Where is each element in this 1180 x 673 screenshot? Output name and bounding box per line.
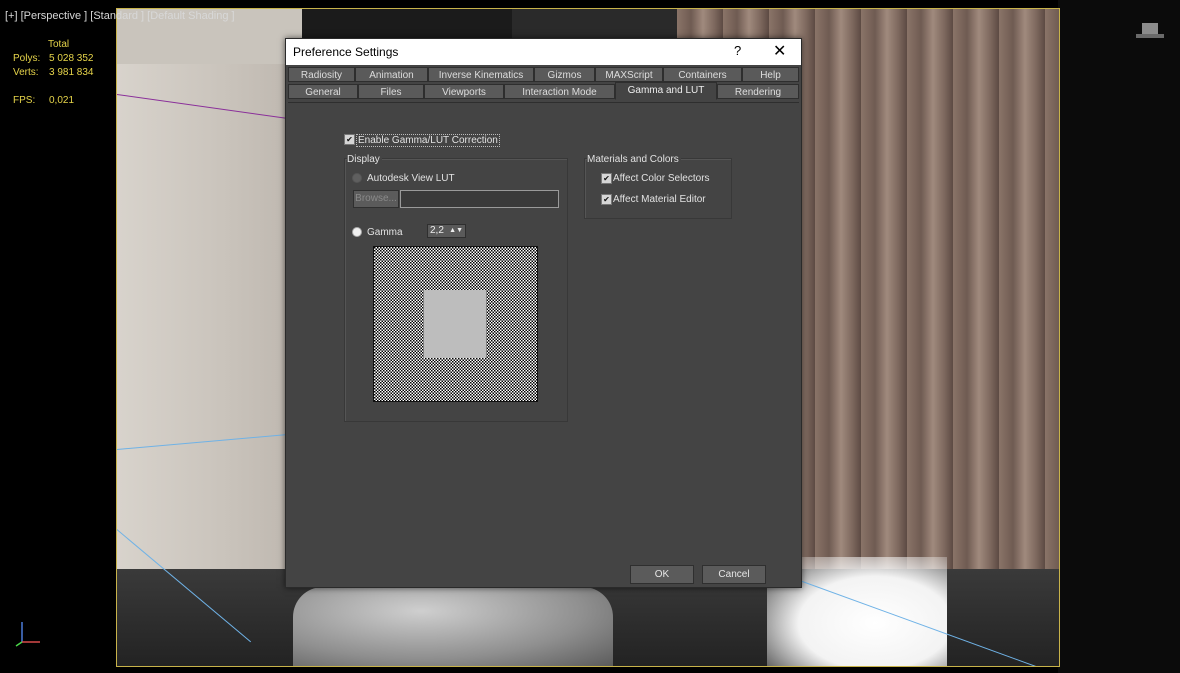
- lut-path-field[interactable]: [400, 190, 559, 208]
- enable-gamma-checkbox[interactable]: ✔: [344, 134, 355, 145]
- tab-help[interactable]: Help: [742, 67, 799, 82]
- polys-label: Polys:: [13, 53, 41, 64]
- axis-tripod-icon: [12, 618, 52, 648]
- tab-radiosity[interactable]: Radiosity: [288, 67, 355, 82]
- lut-radio[interactable]: [352, 173, 362, 183]
- tab-inverse-kinematics[interactable]: Inverse Kinematics: [428, 67, 534, 82]
- help-button[interactable]: ?: [734, 43, 741, 58]
- display-group-title: Display: [347, 154, 382, 165]
- gamma-spinner[interactable]: 2,2 ▲▼: [427, 224, 466, 238]
- viewport-label[interactable]: [+] [Perspective ] [Standard ] [Default …: [5, 10, 235, 22]
- stats-header: Total: [48, 39, 70, 50]
- verts-label: Verts:: [13, 67, 39, 78]
- affect-material-editor-label[interactable]: Affect Material Editor: [613, 194, 706, 205]
- gamma-preview-swatch: [424, 290, 486, 358]
- tab-gamma-and-lut[interactable]: Gamma and LUT: [615, 82, 717, 100]
- tab-files[interactable]: Files: [358, 84, 424, 99]
- tab-containers[interactable]: Containers: [663, 67, 742, 82]
- tab-maxscript[interactable]: MAXScript: [595, 67, 663, 82]
- browse-button[interactable]: Browse...: [353, 190, 399, 208]
- gamma-value[interactable]: 2,2: [428, 225, 444, 236]
- affect-color-selectors-label[interactable]: Affect Color Selectors: [613, 173, 710, 184]
- gamma-radio-label[interactable]: Gamma: [367, 227, 403, 238]
- tab-general[interactable]: General: [288, 84, 358, 99]
- tab-rendering[interactable]: Rendering: [717, 84, 799, 99]
- tab-gizmos[interactable]: Gizmos: [534, 67, 595, 82]
- gamma-lut-panel: ✔ Enable Gamma/LUT Correction Display Au…: [288, 102, 799, 558]
- scene-sofa: [293, 587, 613, 666]
- cancel-button[interactable]: Cancel: [702, 565, 766, 584]
- dialog-title: Preference Settings: [293, 45, 399, 59]
- fps-label: FPS:: [13, 95, 36, 106]
- lut-radio-label[interactable]: Autodesk View LUT: [367, 173, 455, 184]
- gamma-radio[interactable]: [352, 227, 362, 237]
- spinner-arrows-icon[interactable]: ▲▼: [449, 225, 463, 237]
- gamma-preview: [373, 246, 538, 402]
- preference-settings-dialog: Preference Settings ? ✕ Radiosity Animat…: [285, 38, 802, 588]
- tab-interaction-mode[interactable]: Interaction Mode: [504, 84, 615, 99]
- tab-bar: Radiosity Animation Inverse Kinematics G…: [288, 67, 800, 103]
- fps-value: 0,021: [49, 95, 75, 106]
- viewcube-home-icon[interactable]: [1134, 20, 1166, 40]
- tab-viewports[interactable]: Viewports: [424, 84, 504, 99]
- tab-animation[interactable]: Animation: [355, 67, 428, 82]
- affect-color-selectors-checkbox[interactable]: ✔: [601, 173, 612, 184]
- ok-button[interactable]: OK: [630, 565, 694, 584]
- dialog-titlebar[interactable]: Preference Settings ? ✕: [286, 39, 801, 65]
- materials-group-title: Materials and Colors: [587, 154, 681, 165]
- close-icon[interactable]: ✕: [773, 41, 786, 61]
- polys-value: 5 028 352: [49, 53, 94, 64]
- materials-group: [584, 158, 732, 219]
- affect-material-editor-checkbox[interactable]: ✔: [601, 194, 612, 205]
- viewport-right-panel: [1058, 0, 1180, 673]
- verts-value: 3 981 834: [49, 67, 94, 78]
- scene-wall: [117, 64, 302, 594]
- enable-gamma-label[interactable]: Enable Gamma/LUT Correction: [356, 134, 500, 147]
- viewport-stats: Total Polys: 5 028 352 Verts: 3 981 834 …: [13, 38, 94, 108]
